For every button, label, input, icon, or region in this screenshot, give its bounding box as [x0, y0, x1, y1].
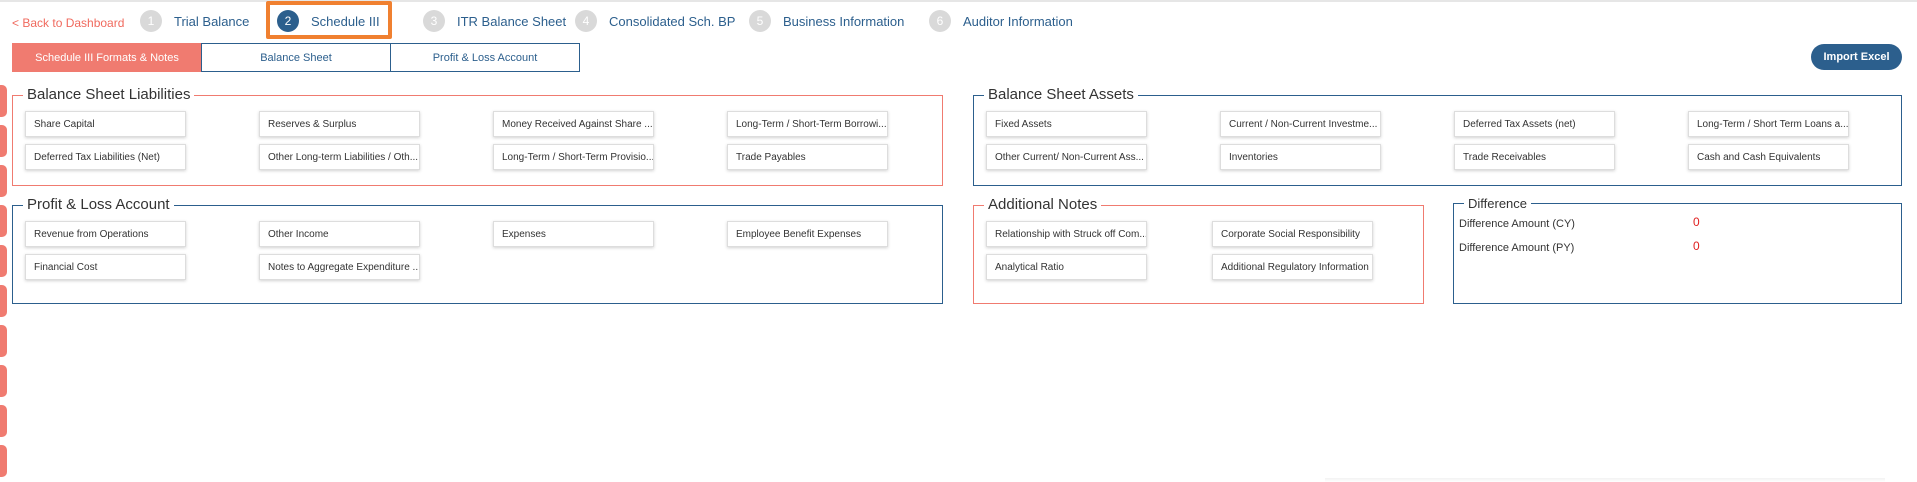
difference-cy-value: 0	[1693, 215, 1700, 229]
bs-liabilities-panel: Balance Sheet Liabilities Share Capital …	[12, 86, 943, 186]
side-tab-handle[interactable]	[0, 325, 7, 357]
analytical-ratio-button[interactable]: Analytical Ratio	[986, 254, 1147, 280]
step-label: Consolidated Sch. BP	[609, 13, 736, 29]
other-long-term-liabilities-button[interactable]: Other Long-term Liabilities / Oth...	[259, 144, 420, 170]
difference-py-value: 0	[1693, 239, 1700, 253]
panel-title: Profit & Loss Account	[23, 196, 174, 213]
side-tab-handle[interactable]	[0, 245, 7, 277]
step-business-information[interactable]: 5 Business Information	[749, 9, 904, 33]
trade-receivables-button[interactable]: Trade Receivables	[1454, 144, 1615, 170]
expenses-button[interactable]: Expenses	[493, 221, 654, 247]
other-current-assets-button[interactable]: Other Current/ Non-Current Ass...	[986, 144, 1147, 170]
provisions-button[interactable]: Long-Term / Short-Term Provisio...	[493, 144, 654, 170]
difference-panel: Difference Difference Amount (CY) 0 Diff…	[1453, 196, 1902, 304]
money-received-share-button[interactable]: Money Received Against Share ...	[493, 111, 654, 137]
regulatory-info-button[interactable]: Additional Regulatory Information	[1212, 254, 1373, 280]
share-capital-button[interactable]: Share Capital	[25, 111, 186, 137]
bottom-shadow	[1325, 478, 1885, 482]
step-label: Trial Balance	[174, 13, 250, 29]
side-tab-handle[interactable]	[0, 405, 7, 437]
side-tab-handle[interactable]	[0, 165, 7, 197]
step-label: ITR Balance Sheet	[457, 13, 567, 29]
panel-title: Balance Sheet Assets	[984, 86, 1138, 103]
pl-account-panel: Profit & Loss Account Revenue from Opera…	[12, 196, 943, 304]
step-number: 4	[575, 10, 597, 32]
side-tab-handle[interactable]	[0, 205, 7, 237]
difference-py-label: Difference Amount (PY)	[1459, 242, 1575, 254]
step-number: 2	[277, 10, 299, 32]
top-divider	[0, 0, 1917, 2]
csr-button[interactable]: Corporate Social Responsibility	[1212, 221, 1373, 247]
borrowings-button[interactable]: Long-Term / Short-Term Borrowi...	[727, 111, 888, 137]
step-trial-balance[interactable]: 1 Trial Balance	[140, 9, 249, 33]
back-to-dashboard-link[interactable]: < Back to Dashboard	[12, 16, 124, 30]
struck-off-companies-button[interactable]: Relationship with Struck off Com...	[986, 221, 1147, 247]
schedule-tabs: Schedule III Formats & Notes Balance She…	[12, 43, 580, 72]
side-tab-handle[interactable]	[0, 445, 7, 477]
step-itr-balance-sheet[interactable]: 3 ITR Balance Sheet	[423, 9, 566, 33]
panel-title: Balance Sheet Liabilities	[23, 86, 195, 103]
deferred-tax-assets-button[interactable]: Deferred Tax Assets (net)	[1454, 111, 1615, 137]
investments-button[interactable]: Current / Non-Current Investme...	[1220, 111, 1381, 137]
side-tab-handle[interactable]	[0, 285, 7, 317]
step-auditor-information[interactable]: 6 Auditor Information	[929, 9, 1073, 33]
aggregate-expenditure-button[interactable]: Notes to Aggregate Expenditure ...	[259, 254, 420, 280]
step-number: 3	[423, 10, 445, 32]
additional-notes-panel: Additional Notes Relationship with Struc…	[973, 196, 1424, 304]
step-consolidated-sch-bp[interactable]: 4 Consolidated Sch. BP	[575, 9, 735, 33]
tab-formats-notes[interactable]: Schedule III Formats & Notes	[12, 43, 202, 72]
reserves-surplus-button[interactable]: Reserves & Surplus	[259, 111, 420, 137]
cash-equivalents-button[interactable]: Cash and Cash Equivalents	[1688, 144, 1849, 170]
inventories-button[interactable]: Inventories	[1220, 144, 1381, 170]
tab-balance-sheet[interactable]: Balance Sheet	[201, 43, 391, 72]
side-tab-handle[interactable]	[0, 85, 7, 117]
panel-title: Additional Notes	[984, 196, 1102, 213]
step-label: Business Information	[783, 13, 905, 29]
step-label: Schedule III	[311, 13, 380, 29]
other-income-button[interactable]: Other Income	[259, 221, 420, 247]
step-number: 6	[929, 10, 951, 32]
step-schedule-iii[interactable]: 2 Schedule III	[277, 9, 380, 33]
difference-cy-label: Difference Amount (CY)	[1459, 218, 1575, 230]
tab-profit-loss[interactable]: Profit & Loss Account	[390, 43, 580, 72]
financial-cost-button[interactable]: Financial Cost	[25, 254, 186, 280]
loans-advances-button[interactable]: Long-Term / Short Term Loans a...	[1688, 111, 1849, 137]
revenue-operations-button[interactable]: Revenue from Operations	[25, 221, 186, 247]
panel-title: Difference	[1464, 196, 1532, 211]
deferred-tax-liabilities-button[interactable]: Deferred Tax Liabilities (Net)	[25, 144, 186, 170]
step-label: Auditor Information	[963, 13, 1073, 29]
step-number: 5	[749, 10, 771, 32]
employee-benefit-button[interactable]: Employee Benefit Expenses	[727, 221, 888, 247]
trade-payables-button[interactable]: Trade Payables	[727, 144, 888, 170]
step-number: 1	[140, 10, 162, 32]
bs-assets-panel: Balance Sheet Assets Fixed Assets Curren…	[973, 86, 1902, 186]
side-tab-handle[interactable]	[0, 365, 7, 397]
import-excel-button[interactable]: Import Excel	[1811, 44, 1902, 70]
side-tab-handle[interactable]	[0, 125, 7, 157]
fixed-assets-button[interactable]: Fixed Assets	[986, 111, 1147, 137]
